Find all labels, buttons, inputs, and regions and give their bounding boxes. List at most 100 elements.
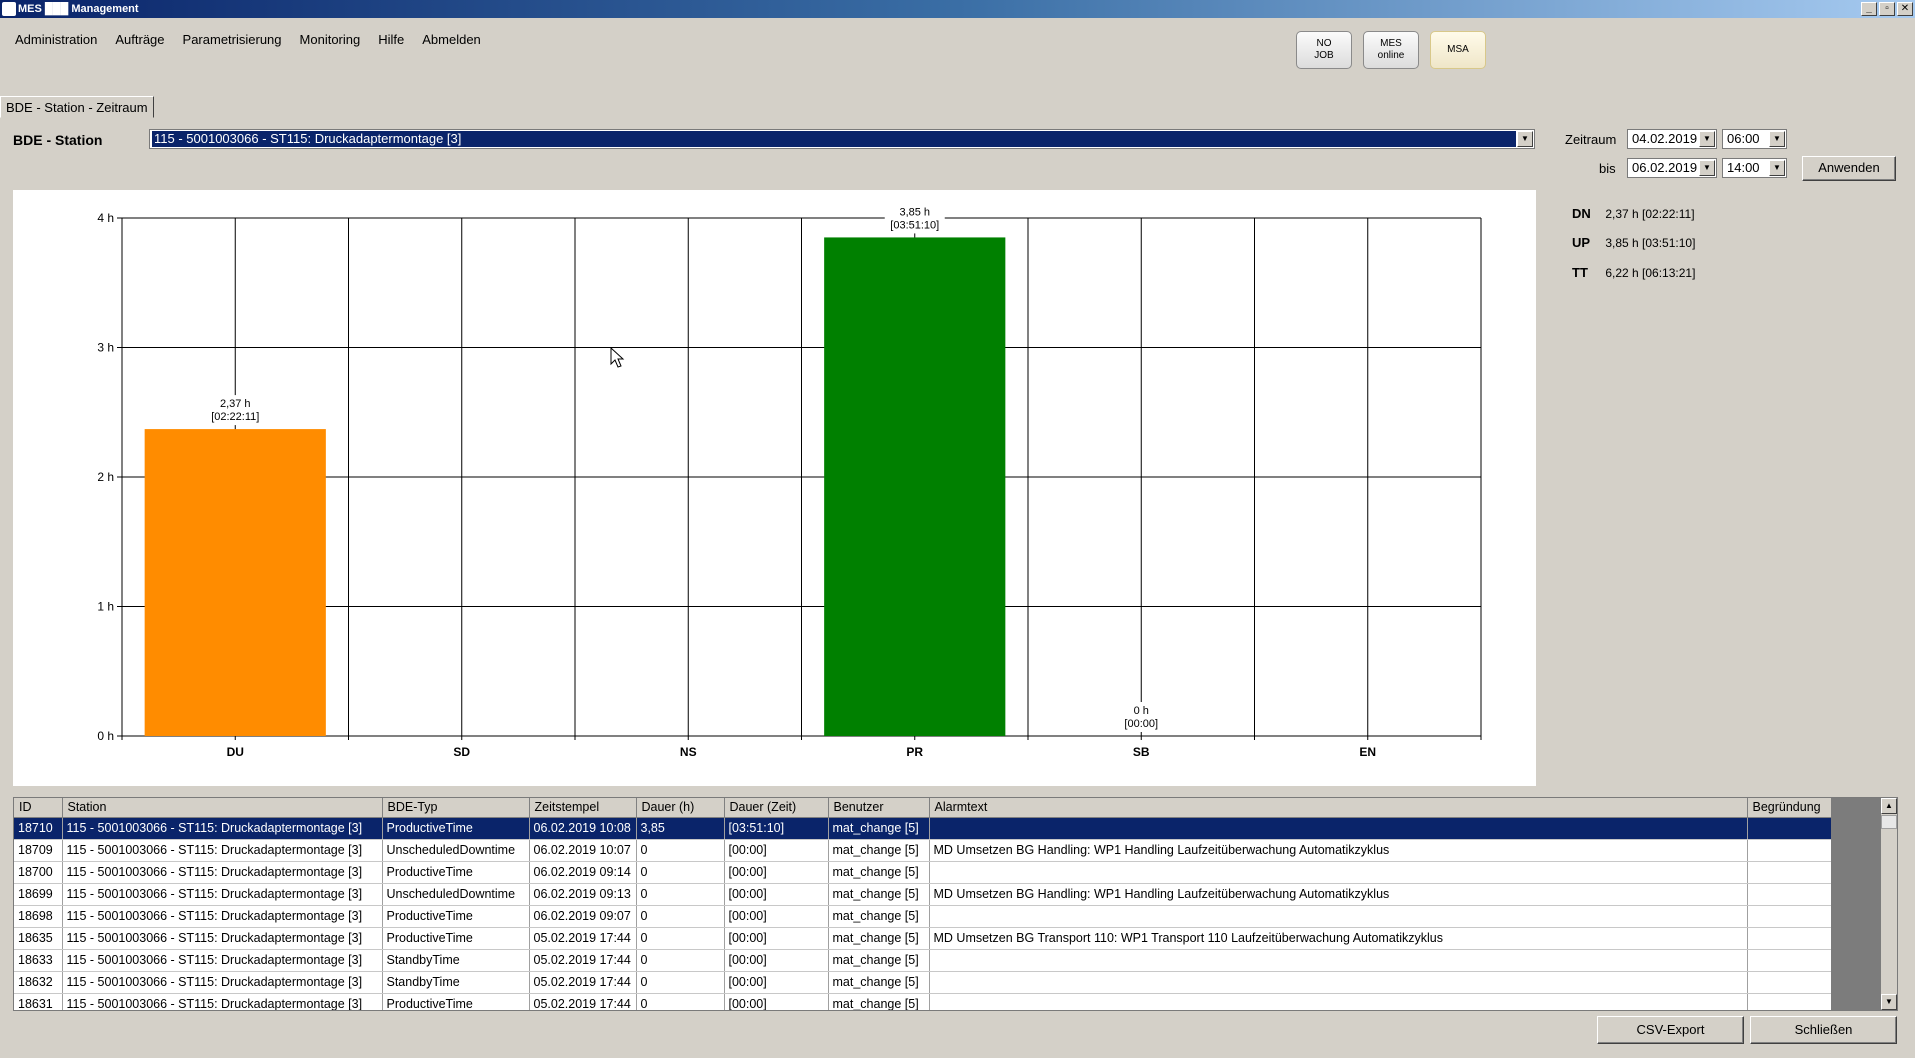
chevron-down-icon[interactable]: ▼ (1699, 131, 1715, 147)
table-cell: 18710 (14, 817, 63, 840)
table-cell: [00:00] (724, 949, 829, 972)
summary-dn: DN 2,37 h [02:22:11] (1572, 206, 1695, 221)
mes-online-line2: online (1377, 50, 1405, 61)
table-cell: 115 - 5001003066 - ST115: Druckadaptermo… (62, 861, 383, 884)
table-cell: [00:00] (724, 861, 829, 884)
station-label: BDE - Station (13, 132, 103, 148)
table-cell: 18698 (14, 905, 63, 928)
restore-button[interactable]: ▫ (1879, 2, 1895, 16)
close-button[interactable]: ✕ (1897, 2, 1913, 16)
summary-tt-value: 6,22 h [06:13:21] (1605, 266, 1696, 280)
apply-button[interactable]: Anwenden (1802, 156, 1896, 181)
table-cell: 115 - 5001003066 - ST115: Druckadaptermo… (62, 817, 383, 840)
table-cell: [00:00] (724, 883, 829, 906)
close-dialog-button[interactable]: Schließen (1750, 1016, 1897, 1044)
x-tick-label: SD (453, 745, 470, 759)
col-bde-typ[interactable]: BDE-Typ (382, 798, 530, 818)
table-cell: 05.02.2019 17:44 (529, 949, 637, 972)
x-tick-label: PR (906, 745, 923, 759)
data-label-duration: [02:22:11] (211, 411, 259, 423)
table-cell: 18631 (14, 993, 63, 1010)
scroll-up-icon[interactable]: ▲ (1881, 798, 1897, 814)
table-cell: 0 (636, 949, 725, 972)
summary-dn-key: DN (1572, 206, 1591, 221)
table-row[interactable]: 18710 115 - 5001003066 - ST115: Druckadap… (14, 817, 1848, 840)
menu-auftraege[interactable]: Aufträge (106, 30, 173, 49)
table-row[interactable]: 18700 115 - 5001003066 - ST115: Druckadap… (14, 861, 1848, 884)
table-cell: StandbyTime (382, 949, 530, 972)
summary-tt-key: TT (1572, 265, 1588, 280)
app-icon (2, 2, 16, 16)
no-job-line1: NO (1316, 38, 1332, 49)
scroll-down-icon[interactable]: ▼ (1881, 994, 1897, 1010)
table-cell: 18700 (14, 861, 63, 884)
x-tick-label: SB (1133, 745, 1150, 759)
table-row[interactable]: 18633 115 - 5001003066 - ST115: Druckadap… (14, 949, 1848, 972)
station-select-value: 115 - 5001003066 - ST115: Druckadaptermo… (152, 131, 1516, 147)
menu-abmelden[interactable]: Abmelden (413, 30, 490, 49)
col-dauer-zeit[interactable]: Dauer (Zeit) (724, 798, 829, 818)
table-row[interactable]: 18631 115 - 5001003066 - ST115: Druckadap… (14, 993, 1848, 1010)
table-cell: 06.02.2019 10:08 (529, 817, 637, 840)
table-cell: mat_change [5] (828, 839, 930, 862)
bis-label: bis (1599, 161, 1616, 176)
window-title: MES ███ Management (18, 3, 139, 15)
summary-up-value: 3,85 h [03:51:10] (1605, 236, 1696, 250)
table-cell: 18632 (14, 971, 63, 994)
y-tick-label: 0 h (97, 729, 114, 743)
table-cell: 115 - 5001003066 - ST115: Druckadaptermo… (62, 927, 383, 950)
from-date-picker[interactable]: 04.02.2019 ▼ (1627, 129, 1717, 149)
msa-label: MSA (1447, 44, 1469, 55)
menu-parametrisierung[interactable]: Parametrisierung (174, 30, 291, 49)
scroll-thumb[interactable] (1881, 815, 1897, 829)
table-cell: 0 (636, 839, 725, 862)
table-row[interactable]: 18709 115 - 5001003066 - ST115: Druckadap… (14, 839, 1848, 862)
chart-panel: 0 h 1 h 2 h 3 h 4 h DU SD NS PR SB EN 2,37 h [02:22:… (13, 190, 1536, 786)
col-dauer-h[interactable]: Dauer (h) (636, 798, 725, 818)
col-zeitstempel[interactable]: Zeitstempel (529, 798, 637, 818)
chevron-down-icon[interactable]: ▼ (1769, 160, 1785, 176)
menu-administration[interactable]: Administration (6, 30, 106, 49)
table-cell: 0 (636, 993, 725, 1010)
table-cell: 115 - 5001003066 - ST115: Druckadaptermo… (62, 993, 383, 1010)
col-id[interactable]: ID (14, 798, 63, 818)
mes-online-button[interactable]: MES online (1363, 31, 1419, 69)
table-cell: mat_change [5] (828, 905, 930, 928)
chevron-down-icon[interactable]: ▼ (1769, 131, 1785, 147)
menu-hilfe[interactable]: Hilfe (369, 30, 413, 49)
from-time-select[interactable]: 06:00 ▼ (1722, 129, 1787, 149)
to-date-picker[interactable]: 06.02.2019 ▼ (1627, 158, 1717, 178)
to-date-value: 06.02.2019 (1632, 160, 1698, 175)
table-cell: 05.02.2019 17:44 (529, 971, 637, 994)
msa-button[interactable]: MSA (1430, 31, 1486, 69)
table-cell: 06.02.2019 09:14 (529, 861, 637, 884)
table-cell: 0 (636, 883, 725, 906)
table-row[interactable]: 18699 115 - 5001003066 - ST115: Druckadap… (14, 883, 1848, 906)
x-tick-label: DU (227, 745, 244, 759)
table-cell: 18635 (14, 927, 63, 950)
table-row[interactable]: 18632 115 - 5001003066 - ST115: Druckadap… (14, 971, 1848, 994)
no-job-button[interactable]: NO JOB (1296, 31, 1352, 69)
tab-bde-station-zeitraum[interactable]: BDE - Station - Zeitraum (0, 96, 154, 118)
table-cell: mat_change [5] (828, 861, 930, 884)
table-cell: 115 - 5001003066 - ST115: Druckadaptermo… (62, 971, 383, 994)
chevron-down-icon[interactable]: ▼ (1699, 160, 1715, 176)
col-benutzer[interactable]: Benutzer (828, 798, 930, 818)
csv-export-button[interactable]: CSV-Export (1597, 1016, 1744, 1044)
minimize-button[interactable]: _ (1861, 2, 1877, 16)
to-time-select[interactable]: 14:00 ▼ (1722, 158, 1787, 178)
table-scrollbar[interactable]: ▲ ▼ (1831, 798, 1897, 1010)
table-row[interactable]: 18698 115 - 5001003066 - ST115: Druckadap… (14, 905, 1848, 928)
col-station[interactable]: Station (62, 798, 383, 818)
from-time-value: 06:00 (1727, 131, 1760, 146)
menu-monitoring[interactable]: Monitoring (291, 30, 370, 49)
table-empty-area (1831, 798, 1881, 1010)
summary-up: UP 3,85 h [03:51:10] (1572, 235, 1695, 250)
to-time-value: 14:00 (1727, 160, 1760, 175)
data-label-value: 0 h (1134, 705, 1149, 717)
from-date-value: 04.02.2019 (1632, 131, 1698, 146)
station-select[interactable]: 115 - 5001003066 - ST115: Druckadaptermo… (149, 129, 1535, 149)
table-row[interactable]: 18635 115 - 5001003066 - ST115: Druckadap… (14, 927, 1848, 950)
chevron-down-icon[interactable]: ▼ (1517, 131, 1533, 147)
col-alarmtext[interactable]: Alarmtext (929, 798, 1748, 818)
